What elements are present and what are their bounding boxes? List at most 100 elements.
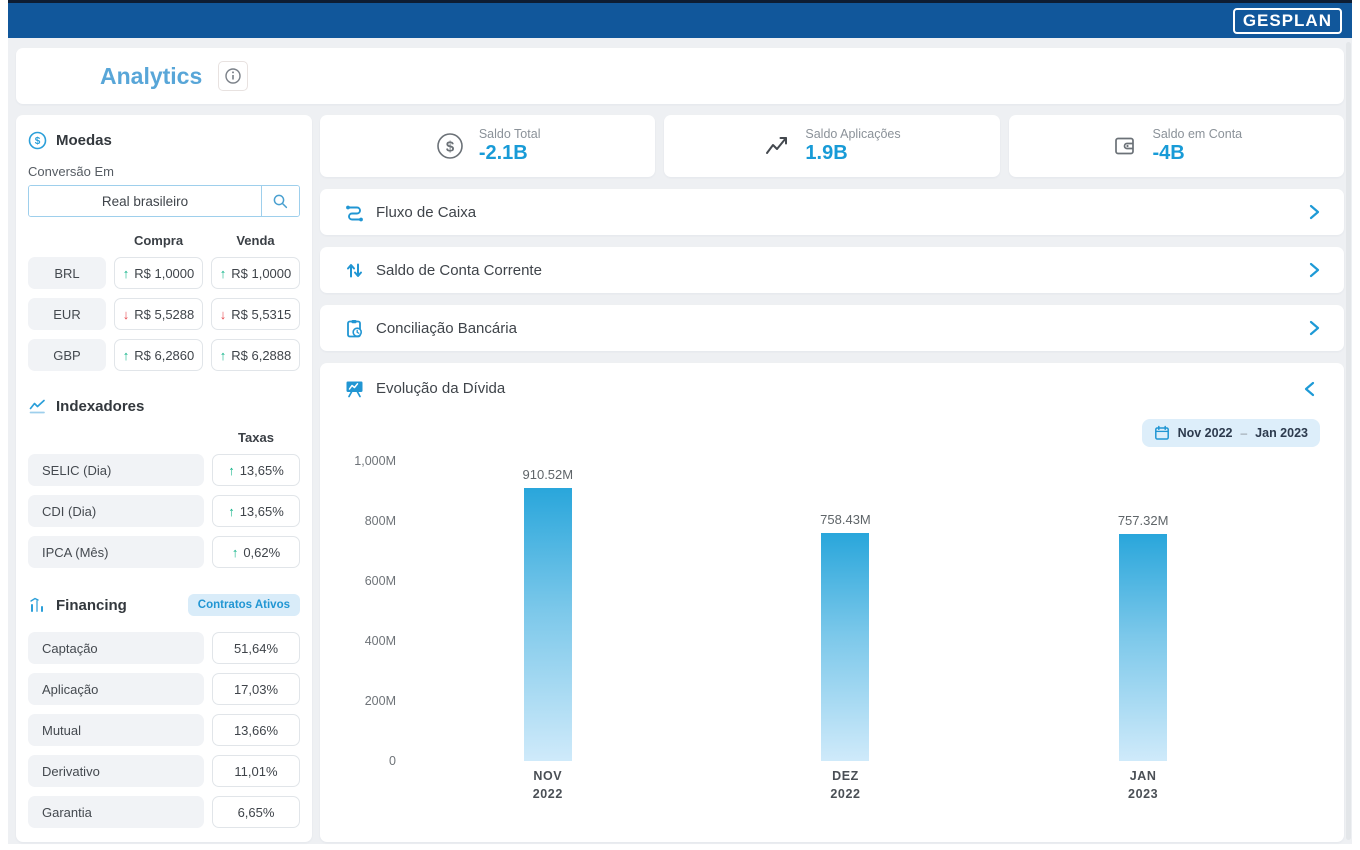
debt-panel-header[interactable]: Evolução da Dívida	[344, 378, 1320, 399]
chevron-right-icon[interactable]	[1304, 202, 1324, 222]
saldo-em-conta-card: Saldo em Conta -4B	[1009, 115, 1344, 177]
contratos-ativos-badge[interactable]: Contratos Ativos	[188, 594, 300, 616]
debt-panel-title: Evolução da Dívida	[376, 380, 505, 397]
bar[interactable]	[1119, 534, 1167, 761]
summary-cards-row: $ Saldo Total -2.1B Saldo Aplicações	[320, 115, 1344, 177]
dollar-circle-icon: $	[435, 131, 465, 161]
currency-row-eur: EUR ↓R$ 5,5288 ↓R$ 5,5315	[28, 298, 300, 330]
indexador-label: SELIC (Dia)	[28, 454, 204, 486]
garantia-value: 6,65%	[212, 796, 300, 828]
financing-row-mutual: Mutual 13,66%	[28, 714, 300, 746]
cash-flow-icon	[344, 202, 365, 223]
accordion-conciliacao-bancaria[interactable]: Conciliação Bancária	[320, 305, 1344, 351]
mutual-value: 13,66%	[212, 714, 300, 746]
chevron-right-icon[interactable]	[1304, 260, 1324, 280]
y-tick: 0	[389, 754, 396, 768]
debt-bar-chart: 1,000M 800M 600M 400M 200M 0 910.52M NOV	[344, 461, 1320, 761]
indexador-label: IPCA (Mês)	[28, 536, 204, 568]
y-tick: 800M	[365, 514, 396, 528]
currency-row-gbp: GBP ↑R$ 6,2860 ↑R$ 6,2888	[28, 339, 300, 371]
date-range-separator: –	[1240, 426, 1247, 440]
financing-row-derivativo: Derivativo 11,01%	[28, 755, 300, 787]
brl-compra-value: ↑R$ 1,0000	[114, 257, 203, 289]
page-background: Analytics $ Moedas Conversão Em	[8, 38, 1352, 844]
financing-section-header: Financing Contratos Ativos	[28, 594, 300, 616]
col-venda: Venda	[211, 233, 300, 248]
financing-title: Financing	[56, 597, 127, 614]
x-tick: DEZ2022	[810, 768, 880, 803]
bar-jan-2023[interactable]: 757.32M JAN2023	[1108, 513, 1178, 761]
date-range-filter[interactable]: Nov 2022 – Jan 2023	[1142, 419, 1320, 447]
captacao-value: 51,64%	[212, 632, 300, 664]
aplicacao-value: 17,03%	[212, 673, 300, 705]
debt-evolution-panel: Evolução da Dívida Nov 2022 – Jan	[320, 363, 1344, 842]
taxas-column-header: Taxas	[28, 430, 300, 445]
moedas-title: Moedas	[56, 132, 112, 149]
currency-columns-header: Compra Venda	[28, 233, 300, 248]
info-button[interactable]	[218, 61, 248, 91]
sidebar: $ Moedas Conversão Em Compra	[16, 115, 312, 842]
bar-nov-2022[interactable]: 910.52M NOV2022	[513, 467, 583, 761]
saldo-em-conta-label: Saldo em Conta	[1153, 127, 1243, 141]
bar-value-label: 758.43M	[820, 512, 871, 527]
arrow-up-icon: ↑	[228, 505, 235, 518]
trend-up-icon	[763, 132, 791, 160]
date-range-start: Nov 2022	[1178, 426, 1233, 440]
saldo-aplicacoes-label: Saldo Aplicações	[805, 127, 900, 141]
main-content: $ Saldo Total -2.1B Saldo Aplicações	[320, 115, 1344, 842]
saldo-aplicacoes-card: Saldo Aplicações 1.9B	[664, 115, 999, 177]
saldo-total-value: -2.1B	[479, 142, 541, 165]
search-icon	[272, 193, 289, 210]
arrow-up-icon: ↑	[228, 464, 235, 477]
y-tick: 1,000M	[354, 454, 396, 468]
currency-code: BRL	[28, 257, 106, 289]
indexador-row-selic: SELIC (Dia) ↑13,65%	[28, 454, 300, 486]
saldo-aplicacoes-value: 1.9B	[805, 142, 900, 165]
accordion-fluxo-de-caixa[interactable]: Fluxo de Caixa	[320, 189, 1344, 235]
saldo-em-conta-value: -4B	[1153, 142, 1243, 165]
arrow-up-icon: ↑	[123, 267, 130, 280]
bar[interactable]	[821, 533, 869, 761]
bar-dez-2022[interactable]: 758.43M DEZ2022	[810, 512, 880, 761]
chart-y-axis: 1,000M 800M 600M 400M 200M 0	[344, 461, 396, 761]
bar-chart-icon	[28, 596, 47, 615]
clipboard-clock-icon	[344, 318, 365, 339]
indexador-row-ipca: IPCA (Mês) ↑0,62%	[28, 536, 300, 568]
chevron-right-icon[interactable]	[1304, 318, 1324, 338]
arrow-up-icon: ↑	[220, 349, 227, 362]
chevron-left-icon[interactable]	[1300, 379, 1320, 399]
arrow-up-icon: ↑	[123, 349, 130, 362]
y-tick: 400M	[365, 634, 396, 648]
info-icon	[224, 67, 242, 85]
saldo-total-label: Saldo Total	[479, 127, 541, 141]
accordion-label: Fluxo de Caixa	[376, 204, 476, 221]
conversion-input[interactable]	[29, 186, 261, 216]
ipca-value: ↑0,62%	[212, 536, 300, 568]
accordion-label: Conciliação Bancária	[376, 320, 517, 337]
page-header-card: Analytics	[16, 48, 1344, 104]
gbp-venda-value: ↑R$ 6,2888	[211, 339, 300, 371]
col-compra: Compra	[114, 233, 203, 248]
vertical-scrollbar[interactable]	[1346, 42, 1351, 840]
accordion-saldo-conta-corrente[interactable]: Saldo de Conta Corrente	[320, 247, 1344, 293]
bar[interactable]	[524, 488, 572, 761]
chart-plot-area: 910.52M NOV2022 758.43M DEZ2022 757.32M	[408, 461, 1310, 761]
conversion-label: Conversão Em	[28, 164, 300, 179]
eur-compra-value: ↓R$ 5,5288	[114, 298, 203, 330]
indexadores-title: Indexadores	[56, 398, 144, 415]
search-button[interactable]	[261, 186, 299, 216]
page-title: Analytics	[100, 63, 202, 90]
y-tick: 600M	[365, 574, 396, 588]
moedas-section-header: $ Moedas	[28, 131, 300, 150]
x-tick: JAN2023	[1108, 768, 1178, 803]
indexador-row-cdi: CDI (Dia) ↑13,65%	[28, 495, 300, 527]
x-tick: NOV2022	[513, 768, 583, 803]
top-navbar: GESPLAN	[8, 0, 1352, 38]
bar-value-label: 757.32M	[1118, 513, 1169, 528]
arrow-down-icon: ↓	[220, 308, 227, 321]
bar-value-label: 910.52M	[523, 467, 574, 482]
calendar-icon	[1154, 425, 1170, 441]
svg-text:$: $	[35, 136, 41, 147]
eur-venda-value: ↓R$ 5,5315	[211, 298, 300, 330]
gbp-compra-value: ↑R$ 6,2860	[114, 339, 203, 371]
